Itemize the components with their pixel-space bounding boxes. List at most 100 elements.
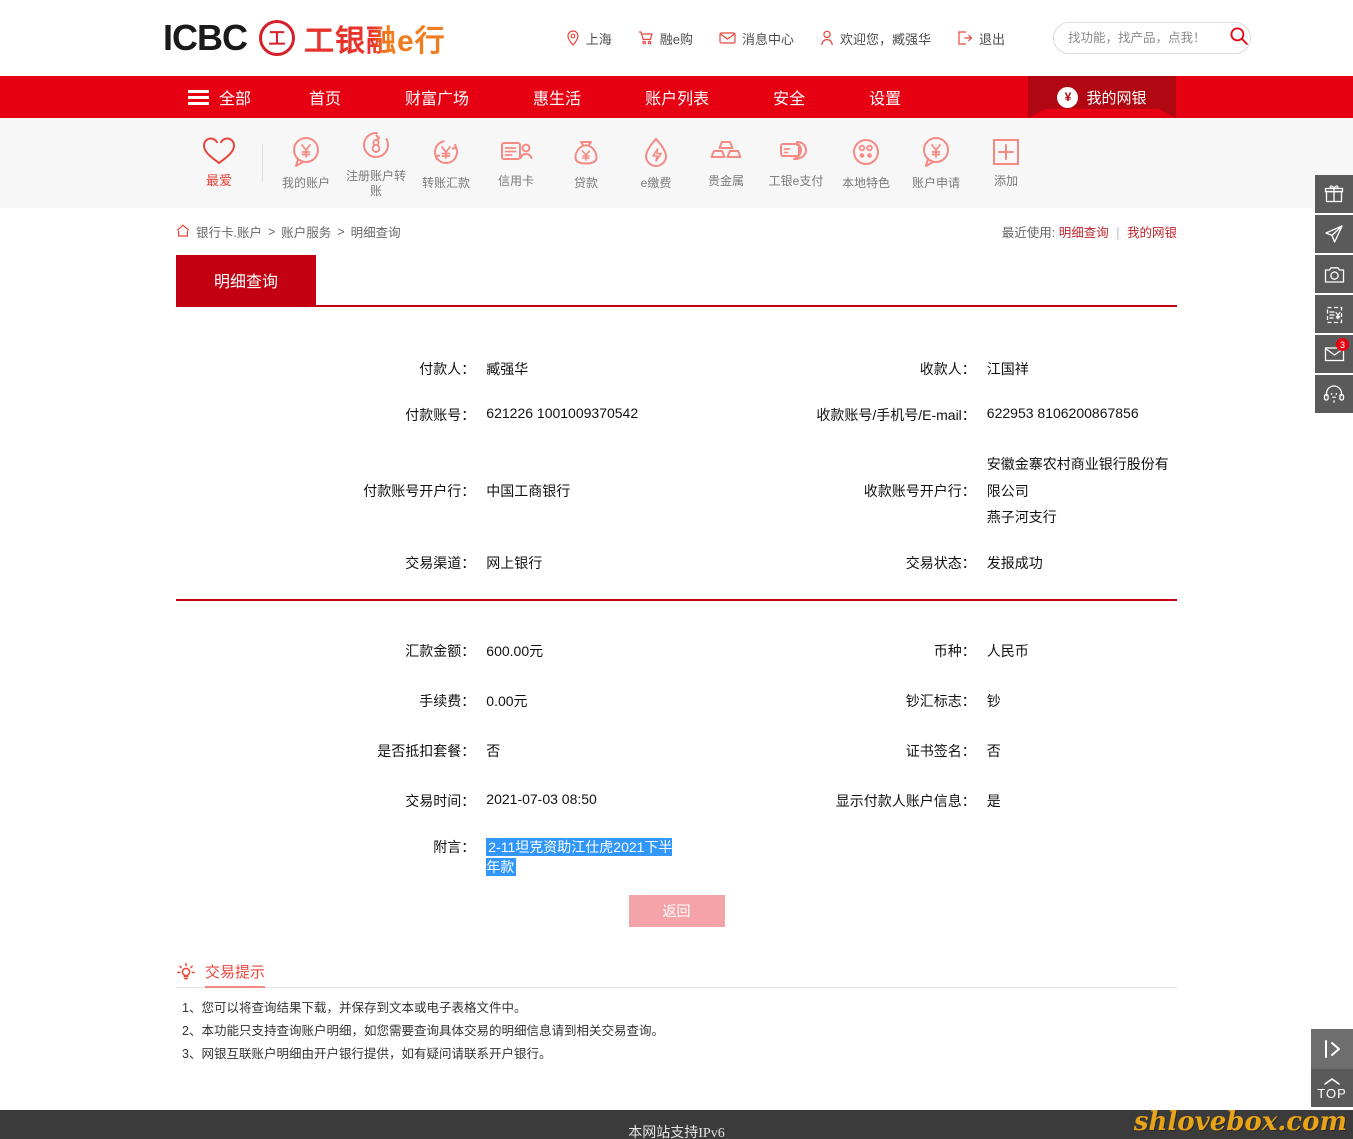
field-label: 交易时间：: [405, 792, 476, 809]
mail-icon: [719, 31, 736, 45]
rail-mail-button[interactable]: 3: [1315, 335, 1353, 373]
top-link-user[interactable]: 欢迎您，臧强华: [820, 29, 931, 48]
nav-item-life[interactable]: 惠生活: [501, 76, 613, 118]
field-value: 中国工商银行: [486, 482, 571, 499]
nav-item-settings[interactable]: 设置: [837, 76, 933, 118]
scroll-top-button[interactable]: TOP: [1311, 1069, 1353, 1107]
shortcut-epay-bills[interactable]: e缴费: [621, 135, 691, 191]
field-currency: 币种： 人民币: [677, 641, 1178, 661]
shortcut-add[interactable]: 添加: [971, 137, 1041, 189]
form-row: 付款账号： 621226 1001009370542 收款账号/手机号/E-ma…: [176, 405, 1177, 425]
logout-icon: [957, 30, 973, 46]
shortcut-my-accounts[interactable]: 我的账户: [271, 135, 341, 191]
tips-title: 交易提示: [205, 961, 266, 988]
yuan-bubble-icon: [293, 137, 319, 167]
top-link-label: 退出: [978, 31, 1005, 47]
credit-card-icon: [501, 142, 533, 160]
breadcrumb-item-2[interactable]: 明细查询: [351, 222, 401, 241]
shortcut-account-apply[interactable]: 账户申请: [901, 135, 971, 191]
shortcut-credit-card[interactable]: 信用卡: [481, 137, 551, 189]
field-label: 收款人：: [919, 361, 976, 377]
field-label: 附言：: [433, 838, 476, 855]
right-rail: 3: [1315, 175, 1353, 415]
field-label: 收款账号开户行：: [863, 482, 976, 499]
field-label: 钞汇标志：: [905, 692, 976, 709]
form-row: 付款人： 臧强华 收款人： 江国祥: [176, 359, 1177, 379]
money-bag-icon: ¥: [1057, 86, 1079, 108]
shortcut-register-transfer[interactable]: 注册账户转账: [341, 128, 411, 199]
rail-bill-button[interactable]: [1315, 295, 1353, 333]
search-box[interactable]: [1052, 22, 1251, 54]
nav-item-accounts[interactable]: 账户列表: [613, 76, 741, 118]
section-divider: [176, 598, 1177, 601]
shortcut-label: 贷款: [573, 176, 598, 190]
cart-icon: [638, 30, 654, 46]
back-button[interactable]: 返回: [628, 894, 725, 927]
nav-item-wealth[interactable]: 财富广场: [373, 76, 501, 118]
field-value: 网上银行: [486, 554, 543, 571]
rail-gift-button[interactable]: [1315, 175, 1353, 213]
form-row: 手续费： 0.00元 钞汇标志： 钞: [176, 691, 1177, 711]
field-label: 交易状态：: [905, 554, 976, 571]
shortcut-favorites[interactable]: 最爱: [184, 136, 254, 189]
top-link-label: 欢迎您，臧强华: [839, 31, 931, 47]
gold-bars-icon: [710, 141, 742, 158]
recent-link-1[interactable]: 我的网银: [1127, 226, 1177, 240]
nav-all-label: 全部: [219, 91, 252, 108]
shortcut-transfer[interactable]: 转账汇款: [411, 135, 481, 191]
breadcrumb-left: 银行卡.账户 > 账户服务 > 明细查询: [176, 222, 401, 241]
nav-item-security[interactable]: 安全: [741, 76, 837, 118]
nav-item-my-ebank[interactable]: ¥ 我的网银: [1028, 76, 1176, 118]
shortcut-label: 信用卡: [497, 174, 534, 188]
rail-collapse-button[interactable]: [1311, 1029, 1353, 1069]
search-input[interactable]: [1067, 31, 1229, 45]
nav-item-home[interactable]: 首页: [277, 76, 373, 118]
field-value: 人民币: [986, 642, 1029, 659]
gift-icon: [1324, 185, 1344, 203]
shortcut-label: 最爱: [205, 173, 232, 189]
field-label: 收款账号/手机号/E-mail：: [816, 407, 976, 423]
content-area: 银行卡.账户 > 账户服务 > 明细查询 最近使用: 明细查询 | 我的网银 明…: [0, 208, 1353, 1111]
shortcut-label: 注册账户转账: [345, 168, 406, 198]
search-icon[interactable]: [1229, 26, 1249, 51]
field-label: 付款账号：: [405, 407, 476, 423]
rail-support-button[interactable]: [1315, 375, 1353, 413]
rail-send-button[interactable]: [1315, 215, 1353, 253]
field-payer-account: 付款账号： 621226 1001009370542: [176, 405, 677, 425]
watermark: shlovebox.com: [1133, 1107, 1347, 1137]
top-link-messages[interactable]: 消息中心: [719, 29, 794, 48]
tips-item: 2、本功能只支持查询账户明细，如您需要查询具体交易的明细信息请到相关交易查询。: [182, 1023, 664, 1038]
breadcrumb-item-1[interactable]: 账户服务: [281, 222, 331, 241]
tab-detail-query[interactable]: 明细查询: [176, 255, 317, 305]
home-icon[interactable]: [176, 224, 190, 240]
field-value: 臧强华: [486, 361, 529, 377]
form-row: 交易渠道： 网上银行 交易状态： 发报成功: [176, 553, 1177, 573]
field-label: 币种：: [933, 642, 976, 659]
field-value: 发报成功: [986, 554, 1043, 571]
rail-bottom-controls: TOP: [1311, 1029, 1353, 1107]
field-label: 汇款金额：: [405, 642, 476, 659]
memo-selected-text[interactable]: 2-11坦克资助江仕虎2021下半年款: [486, 837, 673, 876]
recent-link-0[interactable]: 明细查询: [1059, 226, 1109, 240]
breadcrumb-item-0[interactable]: 银行卡.账户: [196, 222, 262, 241]
transfer-circle-icon: [363, 131, 389, 158]
top-link-location[interactable]: 上海: [566, 29, 612, 48]
rail-camera-button[interactable]: [1315, 255, 1353, 293]
nav-item-all[interactable]: 全部: [176, 76, 277, 118]
scroll-top-label: TOP: [1317, 1085, 1347, 1101]
top-link-label: 消息中心: [741, 31, 794, 47]
payee-bank-line2: 燕子河支行: [986, 509, 1057, 526]
field-payer: 付款人： 臧强华: [176, 359, 677, 379]
top-link-logout[interactable]: 退出: [957, 29, 1005, 48]
detail-form: 付款人： 臧强华 收款人： 江国祥 付款账号： 621226 100100937…: [176, 307, 1177, 1066]
detail-panel: 明细查询 付款人： 臧强华 收款人： 江国祥 付款账号： 621226 1001…: [176, 255, 1177, 1066]
shortcut-epay[interactable]: 工银e支付: [761, 137, 831, 189]
shortcut-local[interactable]: 本地特色: [831, 135, 901, 191]
shortcut-loan[interactable]: 贷款: [551, 135, 621, 191]
breadcrumb-separator: >: [267, 224, 276, 239]
top-link-shop[interactable]: 融e购: [638, 29, 693, 48]
field-package-deduct: 是否抵扣套餐： 否: [176, 741, 677, 761]
field-value: 安徽金寨农村商业银行股份有限公司 燕子河支行: [982, 451, 1177, 531]
icbc-logo[interactable]: ICBC 工 工银融e行: [163, 16, 446, 60]
shortcut-precious-metals[interactable]: 贵金属: [691, 137, 761, 189]
